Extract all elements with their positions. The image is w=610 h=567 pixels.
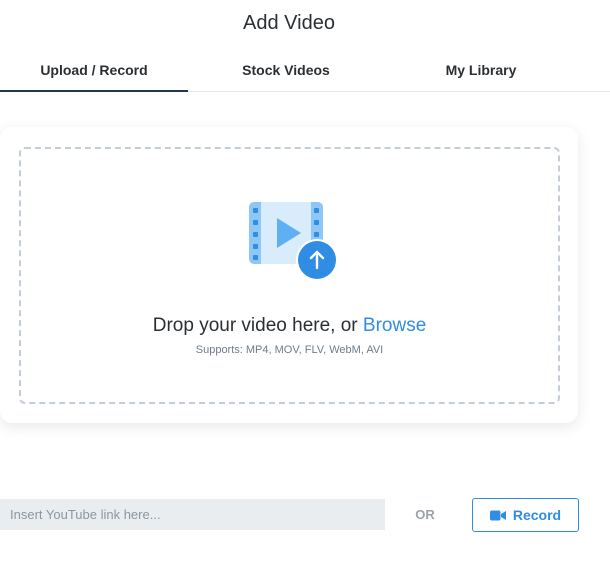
tab-label: Upload / Record [40,61,148,78]
add-video-modal: Add Video Upload / Record Stock Videos M… [0,0,610,567]
modal-title: Add Video [243,12,335,34]
record-button[interactable]: Record [472,498,579,532]
tab-label: Stock Videos [242,61,330,78]
tab-upload-record[interactable]: Upload / Record [0,48,188,92]
or-separator: OR [415,507,435,522]
drop-prompt-text: Drop your video here, or [152,315,363,336]
drop-prompt: Drop your video here, or Browse [21,315,558,337]
tab-label: My Library [445,61,517,78]
tab-stock-videos[interactable]: Stock Videos [188,48,384,91]
upload-card: Drop your video here, or Browse Supports… [0,127,578,423]
browse-link[interactable]: Browse [363,315,426,336]
tab-my-library[interactable]: My Library [384,48,578,91]
video-camera-icon [489,510,506,520]
youtube-link-input[interactable] [0,499,385,530]
video-upload-icon [249,202,338,281]
tab-bar: Upload / Record Stock Videos My Library [0,48,610,92]
record-button-label: Record [512,507,562,523]
video-drop-zone[interactable]: Drop your video here, or Browse Supports… [19,147,560,404]
supported-formats: Supports: MP4, MOV, FLV, WebM, AVI [195,344,384,356]
